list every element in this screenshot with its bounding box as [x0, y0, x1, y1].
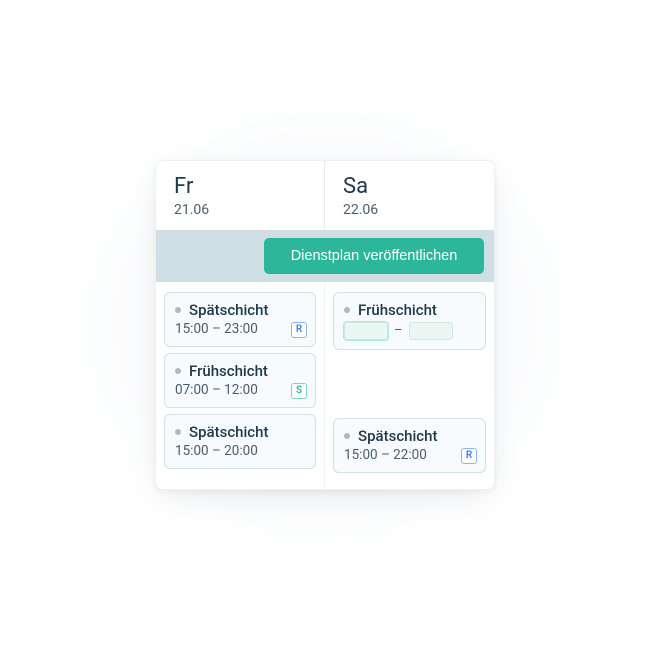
day-date: 22.06 — [343, 202, 478, 218]
shift-spacer — [331, 356, 488, 414]
shift-time: 07:00 – 12:00 — [175, 382, 305, 398]
day-abbr: Fr — [174, 175, 308, 199]
shift-card[interactable]: Frühschicht 07:00 – 12:00 S — [164, 353, 316, 408]
day-header: Fr 21.06 Sa 22.06 — [156, 161, 494, 229]
shift-card[interactable]: Spätschicht 15:00 – 20:00 — [164, 414, 316, 469]
shift-grid: Spätschicht 15:00 – 23:00 R Frühschicht … — [156, 282, 494, 489]
day-column-fr[interactable]: Fr 21.06 — [156, 161, 325, 229]
shift-column-sa: Frühschicht – Spätschicht 15:00 – — [325, 282, 494, 489]
shift-card-editing[interactable]: Frühschicht – — [333, 292, 486, 350]
status-dot-icon — [175, 368, 181, 374]
day-abbr: Sa — [343, 175, 478, 199]
shift-name: Spätschicht — [189, 301, 268, 319]
publish-bar: Dienstplan veröffentlichen — [156, 230, 494, 282]
shift-start-input[interactable] — [344, 322, 388, 340]
shift-column-fr: Spätschicht 15:00 – 23:00 R Frühschicht … — [156, 282, 325, 489]
status-dot-icon — [175, 307, 181, 313]
shift-name: Frühschicht — [358, 301, 437, 319]
shift-name: Spätschicht — [358, 427, 437, 445]
tag-s-icon: S — [291, 383, 307, 399]
schedule-card: Fr 21.06 Sa 22.06 Dienstplan veröffentli… — [155, 160, 495, 489]
status-dot-icon — [344, 307, 350, 313]
shift-time: 15:00 – 20:00 — [175, 443, 305, 459]
status-dot-icon — [175, 429, 181, 435]
shift-name: Frühschicht — [189, 362, 268, 380]
time-separator: – — [394, 323, 403, 338]
shift-time-editor: – — [344, 322, 475, 340]
tag-r-icon: R — [291, 322, 307, 338]
shift-time: 15:00 – 23:00 — [175, 321, 305, 337]
day-column-sa[interactable]: Sa 22.06 — [325, 161, 494, 229]
status-dot-icon — [344, 433, 350, 439]
shift-time: 15:00 – 22:00 — [344, 447, 475, 463]
publish-schedule-button[interactable]: Dienstplan veröffentlichen — [264, 238, 484, 274]
day-date: 21.06 — [174, 202, 308, 218]
tag-r-icon: R — [461, 448, 477, 464]
shift-end-input[interactable] — [409, 322, 453, 340]
shift-card[interactable]: Spätschicht 15:00 – 22:00 R — [333, 418, 486, 473]
shift-card[interactable]: Spätschicht 15:00 – 23:00 R — [164, 292, 316, 347]
shift-name: Spätschicht — [189, 423, 268, 441]
